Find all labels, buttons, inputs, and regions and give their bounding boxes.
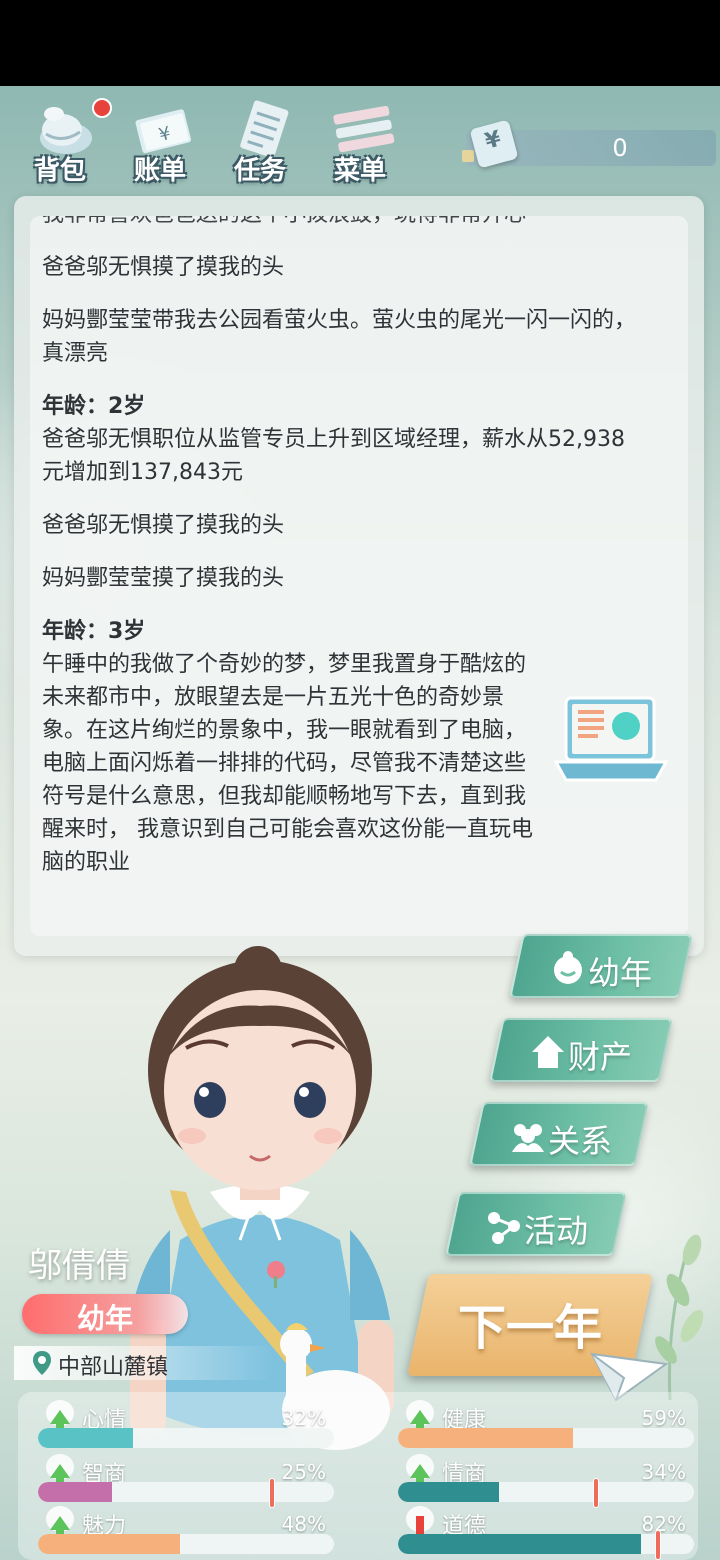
stat-value: 82% bbox=[641, 1512, 686, 1536]
location-pin-icon bbox=[33, 1351, 51, 1375]
stat-bar bbox=[38, 1482, 334, 1502]
stat-bar-fill bbox=[398, 1428, 573, 1448]
location-bar: 中部山麓镇 bbox=[14, 1346, 274, 1380]
money-value: 0 bbox=[612, 134, 628, 162]
life-stage-badge: 幼年 bbox=[22, 1294, 188, 1335]
nav-menu-label: 菜单 bbox=[333, 156, 386, 186]
stat-4: 魅力 48% bbox=[38, 1506, 334, 1556]
activity-label: 活动 bbox=[524, 1212, 589, 1250]
status-bar bbox=[0, 0, 720, 86]
stat-marker bbox=[268, 1478, 275, 1508]
nav-menu-button[interactable]: 菜单 bbox=[318, 92, 402, 188]
age-heading: 年龄：3岁 bbox=[42, 619, 146, 644]
stat-1: 健康 59% bbox=[398, 1400, 694, 1450]
stat-value: 34% bbox=[641, 1460, 686, 1484]
log-entry: 午睡中的我做了个奇妙的梦，梦里我置身于酷炫的未来都市中，放眼望去是一片五光十色的… bbox=[42, 652, 533, 875]
stat-bar-fill bbox=[38, 1428, 133, 1448]
relations-button[interactable]: 关系 bbox=[469, 1102, 649, 1166]
nav-task-label: 任务 bbox=[233, 156, 286, 186]
stat-bar-fill bbox=[398, 1534, 641, 1554]
log-entry: 爸爸邬无惧摸了摸我的头 bbox=[42, 513, 285, 538]
relations-label: 关系 bbox=[548, 1122, 613, 1160]
log-entry: 爸爸邬无惧摸了摸我的头 bbox=[42, 255, 285, 280]
activity-icon bbox=[488, 1212, 520, 1244]
character-name: 邬倩倩 bbox=[28, 1246, 130, 1286]
money-decor bbox=[462, 150, 474, 162]
property-button[interactable]: 财产 bbox=[489, 1018, 673, 1082]
life-log-text: 我非常喜欢爸爸送的这个小拨浪鼓，玩得非常开心 爸爸邬无惧摸了摸我的头 妈妈酆莹莹… bbox=[42, 216, 642, 899]
nav-bag-label: 背包 bbox=[33, 156, 86, 186]
stat-bar bbox=[398, 1428, 694, 1448]
nav-bag-button[interactable]: 背包 bbox=[18, 92, 112, 188]
stat-value: 32% bbox=[281, 1406, 326, 1430]
laptop-icon bbox=[553, 696, 669, 782]
stat-bar-fill bbox=[38, 1482, 112, 1502]
nav-bill-label: 账单 bbox=[133, 156, 186, 186]
stat-value: 48% bbox=[281, 1512, 326, 1536]
nav-task-button[interactable]: 任务 bbox=[218, 92, 302, 188]
property-label: 财产 bbox=[568, 1038, 633, 1076]
stat-value: 25% bbox=[281, 1460, 326, 1484]
notification-badge bbox=[92, 98, 112, 118]
log-entry: 爸爸邬无惧职位从监管专员上升到区域经理，薪水从52,938元增加到137,843… bbox=[42, 427, 625, 485]
baby-icon bbox=[554, 951, 582, 984]
log-entry: 妈妈酆莹莹摸了摸我的头 bbox=[42, 566, 285, 591]
log-entry: 我非常喜欢爸爸送的这个小拨浪鼓，玩得非常开心 bbox=[42, 216, 642, 231]
nav-bill-button[interactable]: ¥ 账单 bbox=[118, 92, 202, 188]
stat-bar-fill bbox=[398, 1482, 499, 1502]
location-label: 中部山麓镇 bbox=[58, 1355, 169, 1380]
childhood-stage-label: 幼年 bbox=[588, 954, 653, 992]
stat-2: 智商 25% bbox=[38, 1454, 334, 1508]
stat-0: 心情 32% bbox=[38, 1400, 334, 1450]
stat-5: 道德 82% bbox=[398, 1506, 694, 1560]
people-icon bbox=[512, 1124, 544, 1152]
stat-marker bbox=[593, 1478, 600, 1508]
childhood-stage-button[interactable]: 幼年 bbox=[509, 934, 693, 998]
stat-value: 59% bbox=[641, 1406, 686, 1430]
stat-bar bbox=[38, 1428, 334, 1448]
age-heading: 年龄：2岁 bbox=[42, 394, 146, 419]
log-entry: 妈妈酆莹莹带我去公园看萤火虫。萤火虫的尾光一闪一闪的，真漂亮 bbox=[42, 308, 637, 366]
stat-bar bbox=[38, 1534, 334, 1554]
stat-3: 情商 34% bbox=[398, 1454, 694, 1508]
life-log-scroll[interactable]: 我非常喜欢爸爸送的这个小拨浪鼓，玩得非常开心 爸爸邬无惧摸了摸我的头 妈妈酆莹莹… bbox=[30, 216, 688, 936]
stat-marker bbox=[655, 1530, 662, 1560]
stat-bar bbox=[398, 1534, 694, 1554]
house-icon bbox=[532, 1036, 564, 1068]
top-nav: 背包 ¥ 账单 任务 菜单 bbox=[18, 92, 418, 188]
stat-bar-fill bbox=[38, 1534, 181, 1554]
stat-bar bbox=[398, 1482, 694, 1502]
